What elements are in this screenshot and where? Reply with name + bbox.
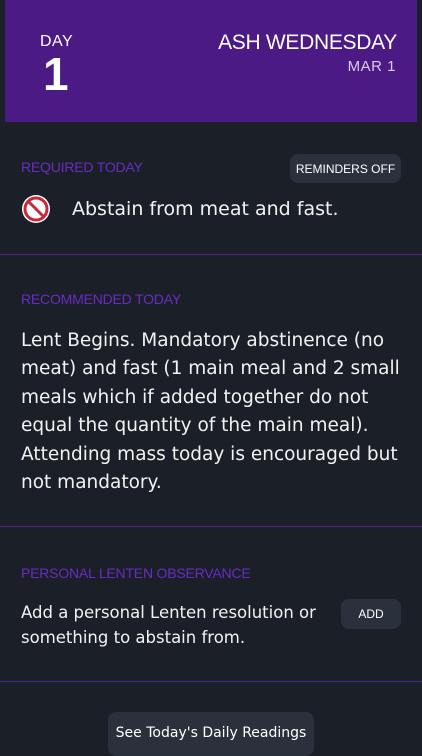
personal-observance-label: PERSONAL LENTEN OBSERVANCE	[21, 565, 251, 581]
divider	[0, 681, 422, 682]
personal-observance-text: Add a personal Lenten resolution or some…	[21, 603, 316, 647]
daily-readings-button[interactable]: See Today's Daily Readings	[108, 712, 314, 756]
recommended-text: Lent Begins. Mandatory abstinence (no me…	[21, 330, 400, 494]
prohibited-icon	[22, 195, 50, 223]
day-header: DAY 1 ASH WEDNESDAY MAR 1	[5, 0, 417, 122]
reminders-toggle-button[interactable]: REMINDERS OFF	[290, 154, 401, 183]
feast-title: ASH WEDNESDAY	[218, 31, 397, 54]
divider	[0, 526, 422, 527]
add-resolution-button[interactable]: ADD	[341, 599, 401, 629]
recommended-today-label: RECOMMENDED TODAY	[21, 291, 181, 307]
required-text: Abstain from meat and fast.	[72, 198, 339, 220]
required-today-label: REQUIRED TODAY	[21, 159, 143, 175]
divider	[0, 254, 422, 255]
day-number: 1	[43, 48, 69, 100]
feast-date: MAR 1	[347, 58, 396, 75]
